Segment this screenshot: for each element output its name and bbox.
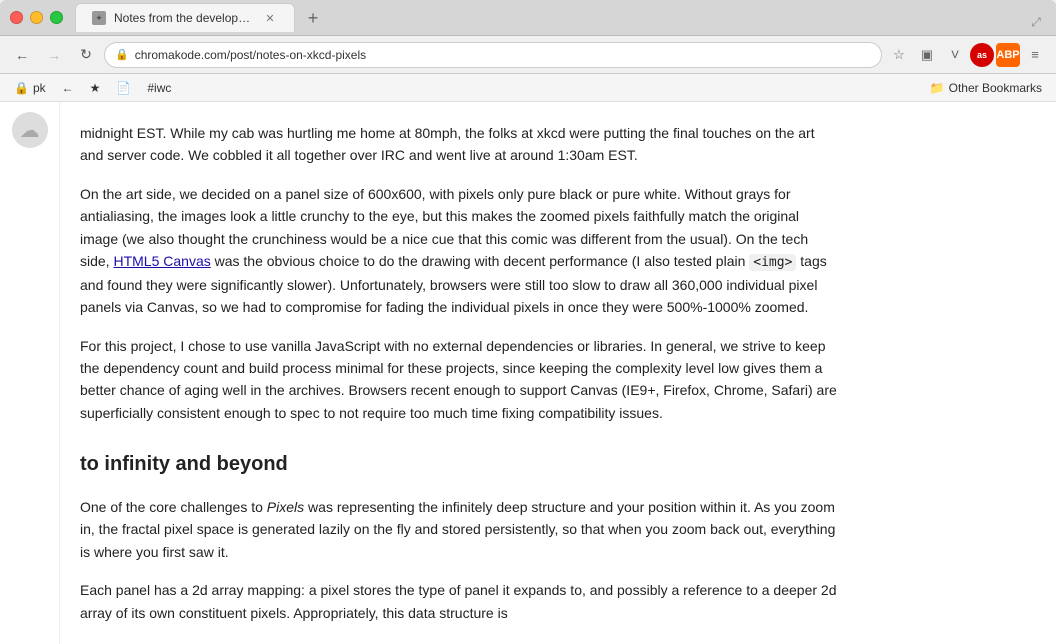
folder-icon: 📁 <box>930 81 945 95</box>
content-area: ☁ midnight EST. While my cab was hurtlin… <box>0 102 1056 644</box>
para-vanilla-js: For this project, I chose to use vanilla… <box>80 335 840 425</box>
para-2d-array: Each panel has a 2d array mapping: a pix… <box>80 579 840 624</box>
star-button[interactable]: ☆ <box>886 42 912 68</box>
tab-favicon: ✦ <box>92 11 106 25</box>
active-tab[interactable]: ✦ Notes from the developme ✕ <box>75 3 295 32</box>
nav-bar: ← → ↻ 🔒 chromakode.com/post/notes-on-xkc… <box>0 36 1056 74</box>
bookmark-security[interactable]: 🔒 pk <box>8 79 52 97</box>
nav-actions: ☆ ▣ V as ABP ≡ <box>886 42 1048 68</box>
html5-canvas-link[interactable]: HTML5 Canvas <box>113 253 210 269</box>
bookmark-back[interactable]: ← <box>56 79 80 97</box>
title-bar: ✦ Notes from the developme ✕ + ⤢ <box>0 0 1056 36</box>
section-heading-infinity: to infinity and beyond <box>80 448 840 480</box>
main-content[interactable]: midnight EST. While my cab was hurtling … <box>60 102 1056 644</box>
bookmarks-bar: 🔒 pk ← ★ 📄 #iwc 📁 Other Bookmarks <box>0 74 1056 102</box>
para-art-side: On the art side, we decided on a panel s… <box>80 183 840 319</box>
page-icon: 📄 <box>116 81 131 95</box>
security-icon: 🔒 <box>14 81 29 95</box>
url-text: chromakode.com/post/notes-on-xkcd-pixels <box>135 48 871 62</box>
avatar: ☁ <box>12 112 48 148</box>
tab-title: Notes from the developme <box>114 11 254 25</box>
window-controls <box>10 11 63 24</box>
img-code: <img> <box>749 254 796 271</box>
forward-button[interactable]: → <box>40 41 68 69</box>
back-arrow-icon: ← <box>62 81 74 95</box>
sidebar: ☁ <box>0 102 60 644</box>
bookmark-iwc[interactable]: #iwc <box>141 79 177 97</box>
pixels-italic: Pixels <box>267 499 304 515</box>
maximize-button[interactable] <box>50 11 63 24</box>
lastfm-extension[interactable]: as <box>970 43 994 67</box>
para-core-challenges: One of the core challenges to Pixels was… <box>80 496 840 563</box>
other-bookmarks[interactable]: 📁 Other Bookmarks <box>924 79 1048 97</box>
close-button[interactable] <box>10 11 23 24</box>
menu-button[interactable]: ≡ <box>1022 42 1048 68</box>
minimize-button[interactable] <box>30 11 43 24</box>
extension-vimium[interactable]: V <box>942 42 968 68</box>
address-bar[interactable]: 🔒 chromakode.com/post/notes-on-xkcd-pixe… <box>104 42 882 68</box>
bookmark-iwc-label: #iwc <box>147 81 171 95</box>
para-intro: midnight EST. While my cab was hurtling … <box>80 122 840 167</box>
tabs-bar: ✦ Notes from the developme ✕ + ⤢ <box>75 3 1046 32</box>
core-challenges-start: One of the core challenges to <box>80 499 267 515</box>
para-art-mid: was the obvious choice to do the drawing… <box>211 253 750 269</box>
browser-window: ✦ Notes from the developme ✕ + ⤢ ← → ↻ 🔒… <box>0 0 1056 644</box>
new-tab-button[interactable]: + <box>299 4 327 32</box>
other-bookmarks-label: Other Bookmarks <box>949 81 1042 95</box>
lock-icon: 🔒 <box>115 48 129 61</box>
bookmark-page[interactable]: 📄 <box>110 79 137 97</box>
tab-close-button[interactable]: ✕ <box>262 10 278 26</box>
back-button[interactable]: ← <box>8 41 36 69</box>
tab-search-button[interactable]: ▣ <box>914 42 940 68</box>
bookmark-star-icon: ★ <box>90 81 101 95</box>
reload-button[interactable]: ↻ <box>72 41 100 69</box>
bookmark-label-pk: pk <box>33 81 46 95</box>
adblock-extension[interactable]: ABP <box>996 43 1020 67</box>
bookmarks-right: 📁 Other Bookmarks <box>924 79 1048 97</box>
resize-icon: ⤢ <box>1026 12 1046 32</box>
article-body: midnight EST. While my cab was hurtling … <box>80 122 840 624</box>
bookmark-star[interactable]: ★ <box>84 79 107 97</box>
